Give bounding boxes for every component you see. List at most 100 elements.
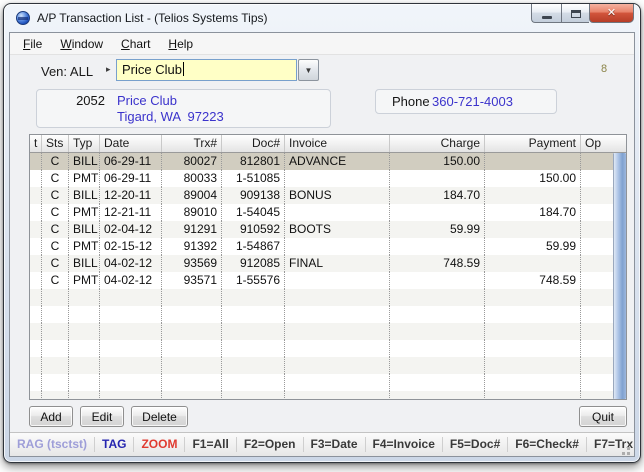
- table-cell[interactable]: 91392: [162, 238, 222, 255]
- column-header-trx[interactable]: Trx#: [162, 135, 222, 152]
- table-cell[interactable]: [222, 357, 285, 374]
- table-cell[interactable]: [30, 221, 42, 238]
- table-cell[interactable]: 80027: [162, 153, 222, 170]
- table-cell[interactable]: 150.00: [485, 170, 581, 187]
- table-cell[interactable]: [30, 255, 42, 272]
- table-cell[interactable]: 1-54045: [222, 204, 285, 221]
- table-cell[interactable]: [581, 153, 613, 170]
- table-cell[interactable]: C: [42, 255, 69, 272]
- table-cell[interactable]: C: [42, 187, 69, 204]
- vendor-dropdown-button[interactable]: ▼: [298, 59, 319, 81]
- table-cell[interactable]: 910592: [222, 221, 285, 238]
- table-cell[interactable]: [162, 340, 222, 357]
- table-cell[interactable]: [222, 340, 285, 357]
- app-icon[interactable]: [16, 11, 30, 25]
- table-cell[interactable]: C: [42, 153, 69, 170]
- table-cell[interactable]: [30, 374, 42, 391]
- vertical-scrollbar[interactable]: [613, 153, 626, 399]
- column-header-payment[interactable]: Payment: [485, 135, 581, 152]
- table-cell[interactable]: [390, 340, 485, 357]
- table-row[interactable]: [30, 289, 613, 306]
- maximize-button[interactable]: [561, 4, 589, 23]
- table-cell[interactable]: BONUS: [285, 187, 390, 204]
- table-cell[interactable]: BILL: [69, 187, 100, 204]
- table-cell[interactable]: 93571: [162, 272, 222, 289]
- table-cell[interactable]: [42, 340, 69, 357]
- table-cell[interactable]: [390, 323, 485, 340]
- table-cell[interactable]: 59.99: [485, 238, 581, 255]
- table-cell[interactable]: [485, 289, 581, 306]
- table-cell[interactable]: 1-54867: [222, 238, 285, 255]
- table-cell[interactable]: [485, 221, 581, 238]
- table-cell[interactable]: [390, 357, 485, 374]
- table-cell[interactable]: [390, 374, 485, 391]
- table-cell[interactable]: [162, 357, 222, 374]
- table-cell[interactable]: [100, 357, 162, 374]
- table-row[interactable]: [30, 391, 613, 399]
- table-cell[interactable]: [390, 391, 485, 399]
- table-cell[interactable]: 12-20-11: [100, 187, 162, 204]
- table-cell[interactable]: [581, 170, 613, 187]
- table-cell[interactable]: [485, 306, 581, 323]
- table-cell[interactable]: 1-55576: [222, 272, 285, 289]
- table-cell[interactable]: PMT: [69, 170, 100, 187]
- table-cell[interactable]: [485, 340, 581, 357]
- table-cell[interactable]: [42, 323, 69, 340]
- table-cell[interactable]: [285, 340, 390, 357]
- close-button[interactable]: ✕: [589, 4, 634, 23]
- column-header-doc[interactable]: Doc#: [222, 135, 285, 152]
- table-cell[interactable]: 89004: [162, 187, 222, 204]
- table-cell[interactable]: 184.70: [390, 187, 485, 204]
- table-cell[interactable]: 06-29-11: [100, 170, 162, 187]
- table-cell[interactable]: BILL: [69, 221, 100, 238]
- column-header-charge[interactable]: Charge: [390, 135, 485, 152]
- table-cell[interactable]: [30, 153, 42, 170]
- table-cell[interactable]: [285, 238, 390, 255]
- menu-item-window[interactable]: Window: [51, 34, 112, 54]
- table-cell[interactable]: 91291: [162, 221, 222, 238]
- resize-grip[interactable]: [627, 447, 630, 450]
- table-cell[interactable]: [30, 323, 42, 340]
- table-cell[interactable]: C: [42, 221, 69, 238]
- table-cell[interactable]: [42, 374, 69, 391]
- table-cell[interactable]: 812801: [222, 153, 285, 170]
- table-cell[interactable]: [581, 289, 613, 306]
- table-cell[interactable]: [485, 374, 581, 391]
- table-cell[interactable]: [30, 272, 42, 289]
- table-row[interactable]: CPMT06-29-11800331-51085150.00: [30, 170, 613, 187]
- table-cell[interactable]: [69, 306, 100, 323]
- table-row[interactable]: [30, 340, 613, 357]
- table-cell[interactable]: 06-29-11: [100, 153, 162, 170]
- table-cell[interactable]: [162, 323, 222, 340]
- table-cell[interactable]: [162, 306, 222, 323]
- table-cell[interactable]: [581, 187, 613, 204]
- table-cell[interactable]: BOOTS: [285, 221, 390, 238]
- table-cell[interactable]: [222, 374, 285, 391]
- table-cell[interactable]: [285, 306, 390, 323]
- table-cell[interactable]: [100, 391, 162, 399]
- table-cell[interactable]: [69, 340, 100, 357]
- table-cell[interactable]: BILL: [69, 153, 100, 170]
- menu-item-chart[interactable]: Chart: [112, 34, 159, 54]
- minimize-button[interactable]: [531, 4, 561, 23]
- column-header-typ[interactable]: Typ: [69, 135, 100, 152]
- table-cell[interactable]: [285, 323, 390, 340]
- table-cell[interactable]: [581, 255, 613, 272]
- table-cell[interactable]: [581, 391, 613, 399]
- column-header-date[interactable]: Date: [100, 135, 162, 152]
- table-cell[interactable]: PMT: [69, 272, 100, 289]
- table-cell[interactable]: [285, 170, 390, 187]
- table-cell[interactable]: 04-02-12: [100, 272, 162, 289]
- table-cell[interactable]: [485, 391, 581, 399]
- table-cell[interactable]: 80033: [162, 170, 222, 187]
- table-cell[interactable]: [30, 187, 42, 204]
- table-cell[interactable]: [222, 323, 285, 340]
- table-cell[interactable]: [285, 289, 390, 306]
- table-cell[interactable]: 02-15-12: [100, 238, 162, 255]
- table-row[interactable]: [30, 357, 613, 374]
- column-header-invoice[interactable]: Invoice: [285, 135, 390, 152]
- table-cell[interactable]: [285, 357, 390, 374]
- table-cell[interactable]: 748.59: [390, 255, 485, 272]
- table-row[interactable]: [30, 374, 613, 391]
- table-cell[interactable]: PMT: [69, 238, 100, 255]
